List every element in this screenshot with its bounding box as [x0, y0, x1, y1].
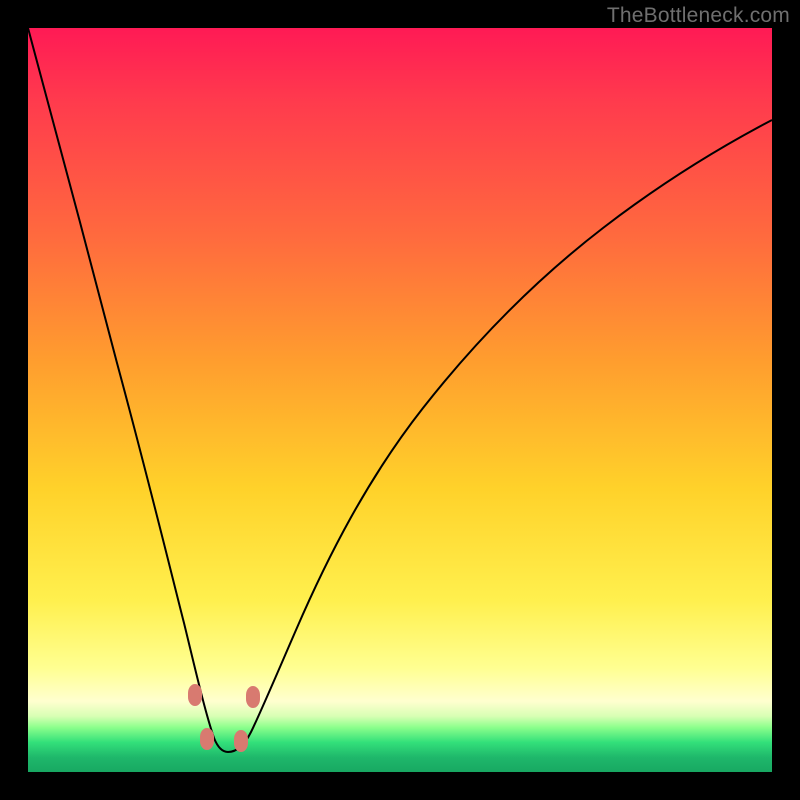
- watermark: TheBottleneck.com: [607, 4, 790, 28]
- curve-markers: [188, 684, 260, 752]
- marker-left-lower: [200, 728, 214, 750]
- marker-right-lower: [234, 730, 248, 752]
- marker-right-upper: [246, 686, 260, 708]
- outer-frame: TheBottleneck.com: [0, 0, 800, 800]
- plot-area: [28, 28, 772, 772]
- marker-left-upper: [188, 684, 202, 706]
- bottleneck-curve: [28, 28, 772, 752]
- curve-layer: [28, 28, 772, 772]
